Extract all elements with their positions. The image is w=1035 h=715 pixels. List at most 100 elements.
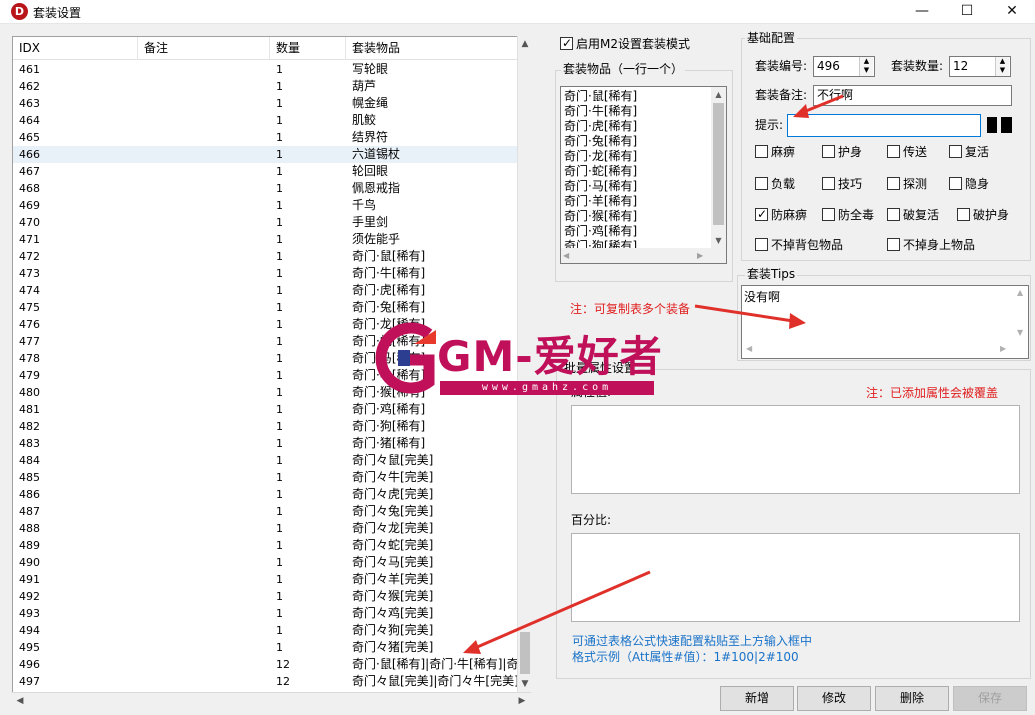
checkbox-icon[interactable] — [755, 177, 768, 190]
table-row[interactable]: 492 1 奇门々猴[完美] — [13, 588, 529, 605]
table-horizontal-scrollbar[interactable]: ◀ ▶ — [12, 692, 531, 709]
items-scroll-down-icon[interactable]: ▼ — [711, 233, 726, 248]
table-row[interactable]: 463 1 幌金绳 — [13, 95, 529, 112]
table-row[interactable]: 481 1 奇门·鸡[稀有] — [13, 401, 529, 418]
minimize-button[interactable]: — — [899, 0, 945, 24]
table-row[interactable]: 462 1 葫芦 — [13, 78, 529, 95]
table-row[interactable]: 491 1 奇门々羊[完美] — [13, 571, 529, 588]
list-item[interactable]: 奇门·蛇[稀有] — [564, 164, 637, 179]
items-horizontal-scrollbar[interactable]: ◀ ▶ — [561, 248, 726, 263]
table-row[interactable]: 461 1 写轮眼 — [13, 61, 529, 78]
spin-up-icon[interactable]: ▲ — [996, 57, 1009, 66]
scroll-right-icon[interactable]: ▶ — [515, 693, 529, 709]
color-swatch-icon[interactable] — [1001, 117, 1012, 133]
suit-no-spinner[interactable]: ▲ ▼ — [859, 57, 873, 76]
table-row[interactable]: 496 12 奇门·鼠[稀有]|奇门·牛[稀有]|奇门·虎[稀有] — [13, 656, 529, 673]
table-row[interactable]: 473 1 奇门·牛[稀有] — [13, 265, 529, 282]
list-item[interactable]: 奇门·羊[稀有] — [564, 194, 637, 209]
option-checkbox[interactable]: 破护身 — [957, 206, 1009, 222]
option-checkbox[interactable]: 传送 — [887, 143, 927, 159]
header-note[interactable]: 备注 — [138, 37, 270, 60]
header-items[interactable]: 套装物品 — [346, 37, 529, 60]
suit-no-input[interactable]: 496 ▲ ▼ — [813, 56, 875, 77]
table-row[interactable]: 472 1 奇门·鼠[稀有] — [13, 248, 529, 265]
option-checkbox[interactable]: 不掉身上物品 — [887, 236, 975, 252]
table-row[interactable]: 467 1 轮回眼 — [13, 163, 529, 180]
attr-value-textarea[interactable] — [571, 405, 1020, 494]
spin-down-icon[interactable]: ▼ — [860, 66, 873, 75]
suit-items-listbox[interactable]: 奇门·鼠[稀有] 奇门·牛[稀有] 奇门·虎[稀有] 奇门·兔[稀有] 奇门·龙[稀有]… — [560, 86, 727, 264]
add-button[interactable]: 新增 — [720, 686, 794, 711]
option-checkbox[interactable]: 不掉背包物品 — [755, 236, 843, 252]
option-checkbox[interactable]: 护身 — [822, 143, 862, 159]
table-row[interactable]: 474 1 奇门·虎[稀有] — [13, 282, 529, 299]
spin-down-icon[interactable]: ▼ — [996, 66, 1009, 75]
items-scroll-right-icon[interactable]: ▶ — [697, 248, 703, 263]
spin-up-icon[interactable]: ▲ — [860, 57, 873, 66]
list-item[interactable]: 奇门·猴[稀有] — [564, 209, 637, 224]
table-row[interactable]: 464 1 肌鲛 — [13, 112, 529, 129]
checkbox-icon[interactable] — [822, 177, 835, 190]
table-row[interactable]: 497 12 奇门々鼠[完美]|奇门々牛[完美]|奇门々虎[完美] — [13, 673, 529, 690]
checkbox-icon[interactable] — [755, 206, 768, 222]
option-checkbox[interactable]: 破复活 — [887, 206, 939, 222]
tips-scroll-up-icon[interactable]: ▲ — [1017, 288, 1023, 297]
scroll-left-icon[interactable]: ◀ — [13, 693, 27, 709]
suit-note-input[interactable]: 不行啊 — [813, 85, 1012, 106]
table-row[interactable]: 483 1 奇门·猪[稀有] — [13, 435, 529, 452]
edit-button[interactable]: 修改 — [797, 686, 871, 711]
option-checkbox[interactable]: 麻痹 — [755, 143, 795, 159]
hint-input[interactable] — [787, 114, 981, 137]
table-row[interactable]: 488 1 奇门々龙[完美] — [13, 520, 529, 537]
items-scroll-up-icon[interactable]: ▲ — [711, 87, 726, 102]
items-scroll-left-icon[interactable]: ◀ — [563, 248, 569, 263]
percent-textarea[interactable] — [571, 533, 1020, 622]
table-row[interactable]: 475 1 奇门·兔[稀有] — [13, 299, 529, 316]
list-item[interactable]: 奇门·兔[稀有] — [564, 134, 637, 149]
tips-scroll-down-icon[interactable]: ▼ — [1017, 328, 1023, 337]
checkbox-icon[interactable] — [822, 145, 835, 158]
option-checkbox[interactable]: 负载 — [755, 175, 795, 191]
checkbox-icon[interactable] — [887, 177, 900, 190]
checkbox-icon[interactable] — [949, 145, 962, 158]
list-item[interactable]: 奇门·鸡[稀有] — [564, 224, 637, 239]
list-item[interactable]: 奇门·虎[稀有] — [564, 119, 637, 134]
scroll-down-icon[interactable]: ▼ — [518, 676, 532, 692]
checkbox-icon[interactable] — [887, 208, 900, 221]
color-swatch-icon[interactable] — [987, 117, 997, 133]
table-row[interactable]: 486 1 奇门々虎[完美] — [13, 486, 529, 503]
table-row[interactable]: 468 1 佩恩戒指 — [13, 180, 529, 197]
close-button[interactable]: ✕ — [989, 0, 1035, 24]
maximize-button[interactable]: ☐ — [944, 0, 990, 24]
checkbox-icon[interactable] — [755, 145, 768, 158]
delete-button[interactable]: 删除 — [875, 686, 949, 711]
checkbox-icon[interactable] — [887, 238, 900, 251]
option-checkbox[interactable]: 隐身 — [949, 175, 989, 191]
list-item[interactable]: 奇门·马[稀有] — [564, 179, 637, 194]
tips-scroll-right-icon[interactable]: ▶ — [1000, 344, 1006, 353]
table-row[interactable]: 493 1 奇门々鸡[完美] — [13, 605, 529, 622]
table-row[interactable]: 484 1 奇门々鼠[完美] — [13, 452, 529, 469]
suite-mode-check-icon[interactable] — [560, 35, 573, 51]
suit-count-spinner[interactable]: ▲ ▼ — [995, 57, 1009, 76]
scroll-up-icon[interactable]: ▲ — [518, 36, 532, 52]
suit-count-input[interactable]: 12 ▲ ▼ — [949, 56, 1011, 77]
suite-mode-checkbox[interactable]: 启用M2设置套装模式 — [560, 35, 690, 51]
table-row[interactable]: 470 1 手里剑 — [13, 214, 529, 231]
table-row[interactable]: 495 1 奇门々猪[完美] — [13, 639, 529, 656]
table-scroll-thumb[interactable] — [520, 632, 530, 674]
table-row[interactable]: 485 1 奇门々牛[完美] — [13, 469, 529, 486]
table-row[interactable]: 489 1 奇门々蛇[完美] — [13, 537, 529, 554]
checkbox-icon[interactable] — [822, 208, 835, 221]
header-idx[interactable]: IDX — [13, 37, 138, 60]
checkbox-icon[interactable] — [755, 238, 768, 251]
option-checkbox[interactable]: 防麻痹 — [755, 206, 807, 222]
tips-scroll-left-icon[interactable]: ◀ — [746, 344, 752, 353]
option-checkbox[interactable]: 技巧 — [822, 175, 862, 191]
table-row[interactable]: 465 1 结界符 — [13, 129, 529, 146]
tips-vertical-scrollbar[interactable]: ▲ ▼ — [1015, 286, 1029, 358]
list-item[interactable]: 奇门·鼠[稀有] — [564, 89, 637, 104]
table-row[interactable]: 469 1 千鸟 — [13, 197, 529, 214]
checkbox-icon[interactable] — [887, 145, 900, 158]
header-qty[interactable]: 数量 — [270, 37, 346, 60]
